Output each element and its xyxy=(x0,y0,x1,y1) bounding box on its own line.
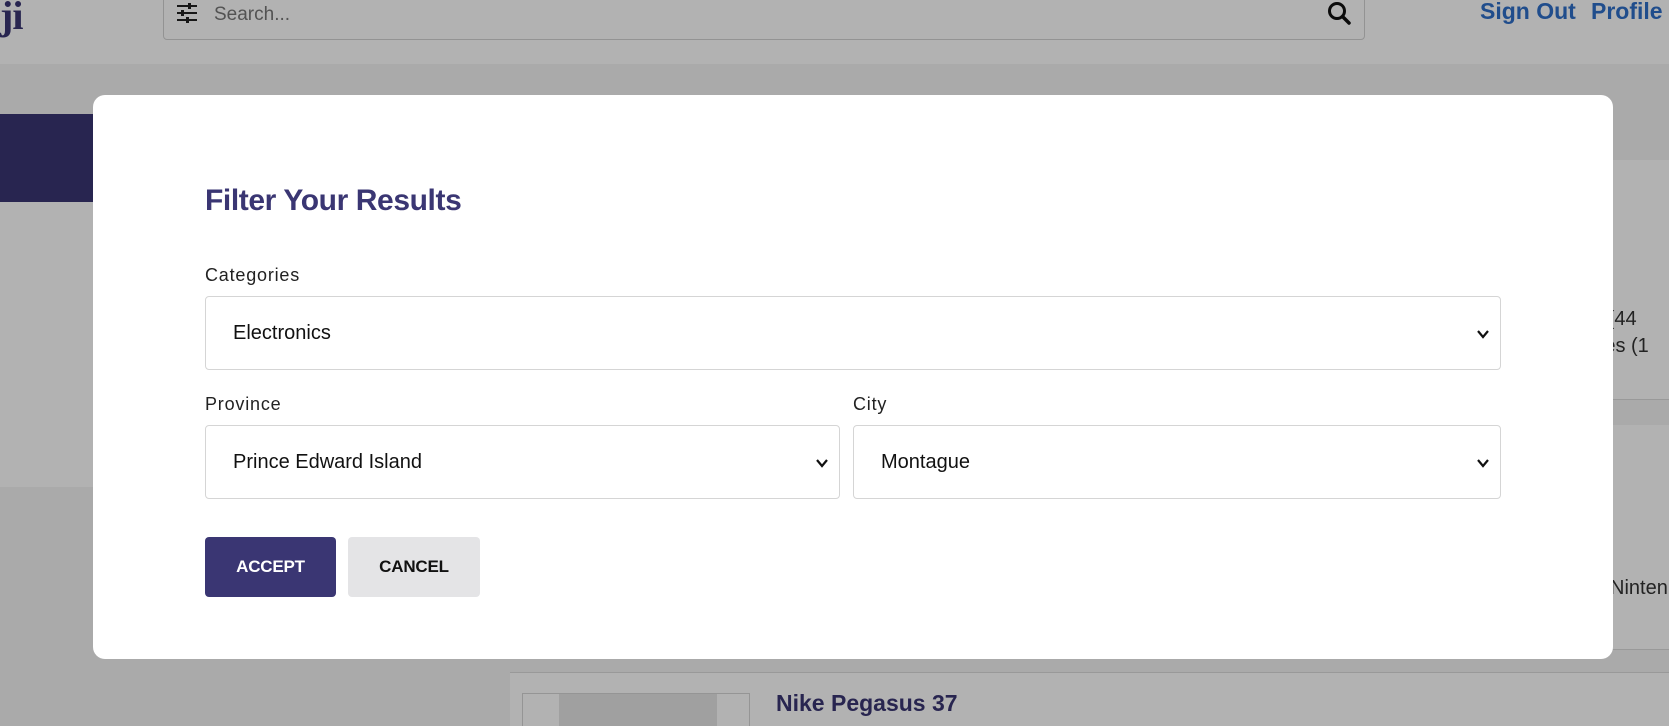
city-select[interactable]: Montague xyxy=(853,425,1501,499)
cancel-button[interactable]: CANCEL xyxy=(348,537,480,597)
city-label: City xyxy=(853,394,888,414)
categories-select[interactable]: Electronics xyxy=(205,296,1501,370)
modal-title: Filter Your Results xyxy=(205,184,462,217)
chevron-down-icon xyxy=(1477,459,1489,468)
accept-button[interactable]: ACCEPT xyxy=(205,537,336,597)
chevron-down-icon xyxy=(1477,330,1489,339)
categories-selected-value: Electronics xyxy=(233,322,331,344)
province-selected-value: Prince Edward Island xyxy=(233,451,422,473)
province-label: Province xyxy=(205,394,282,414)
chevron-down-icon xyxy=(816,459,828,468)
province-select[interactable]: Prince Edward Island xyxy=(205,425,840,499)
categories-label: Categories xyxy=(205,265,301,285)
filter-modal: Filter Your Results Categories Electroni… xyxy=(93,95,1613,659)
city-selected-value: Montague xyxy=(881,451,970,473)
